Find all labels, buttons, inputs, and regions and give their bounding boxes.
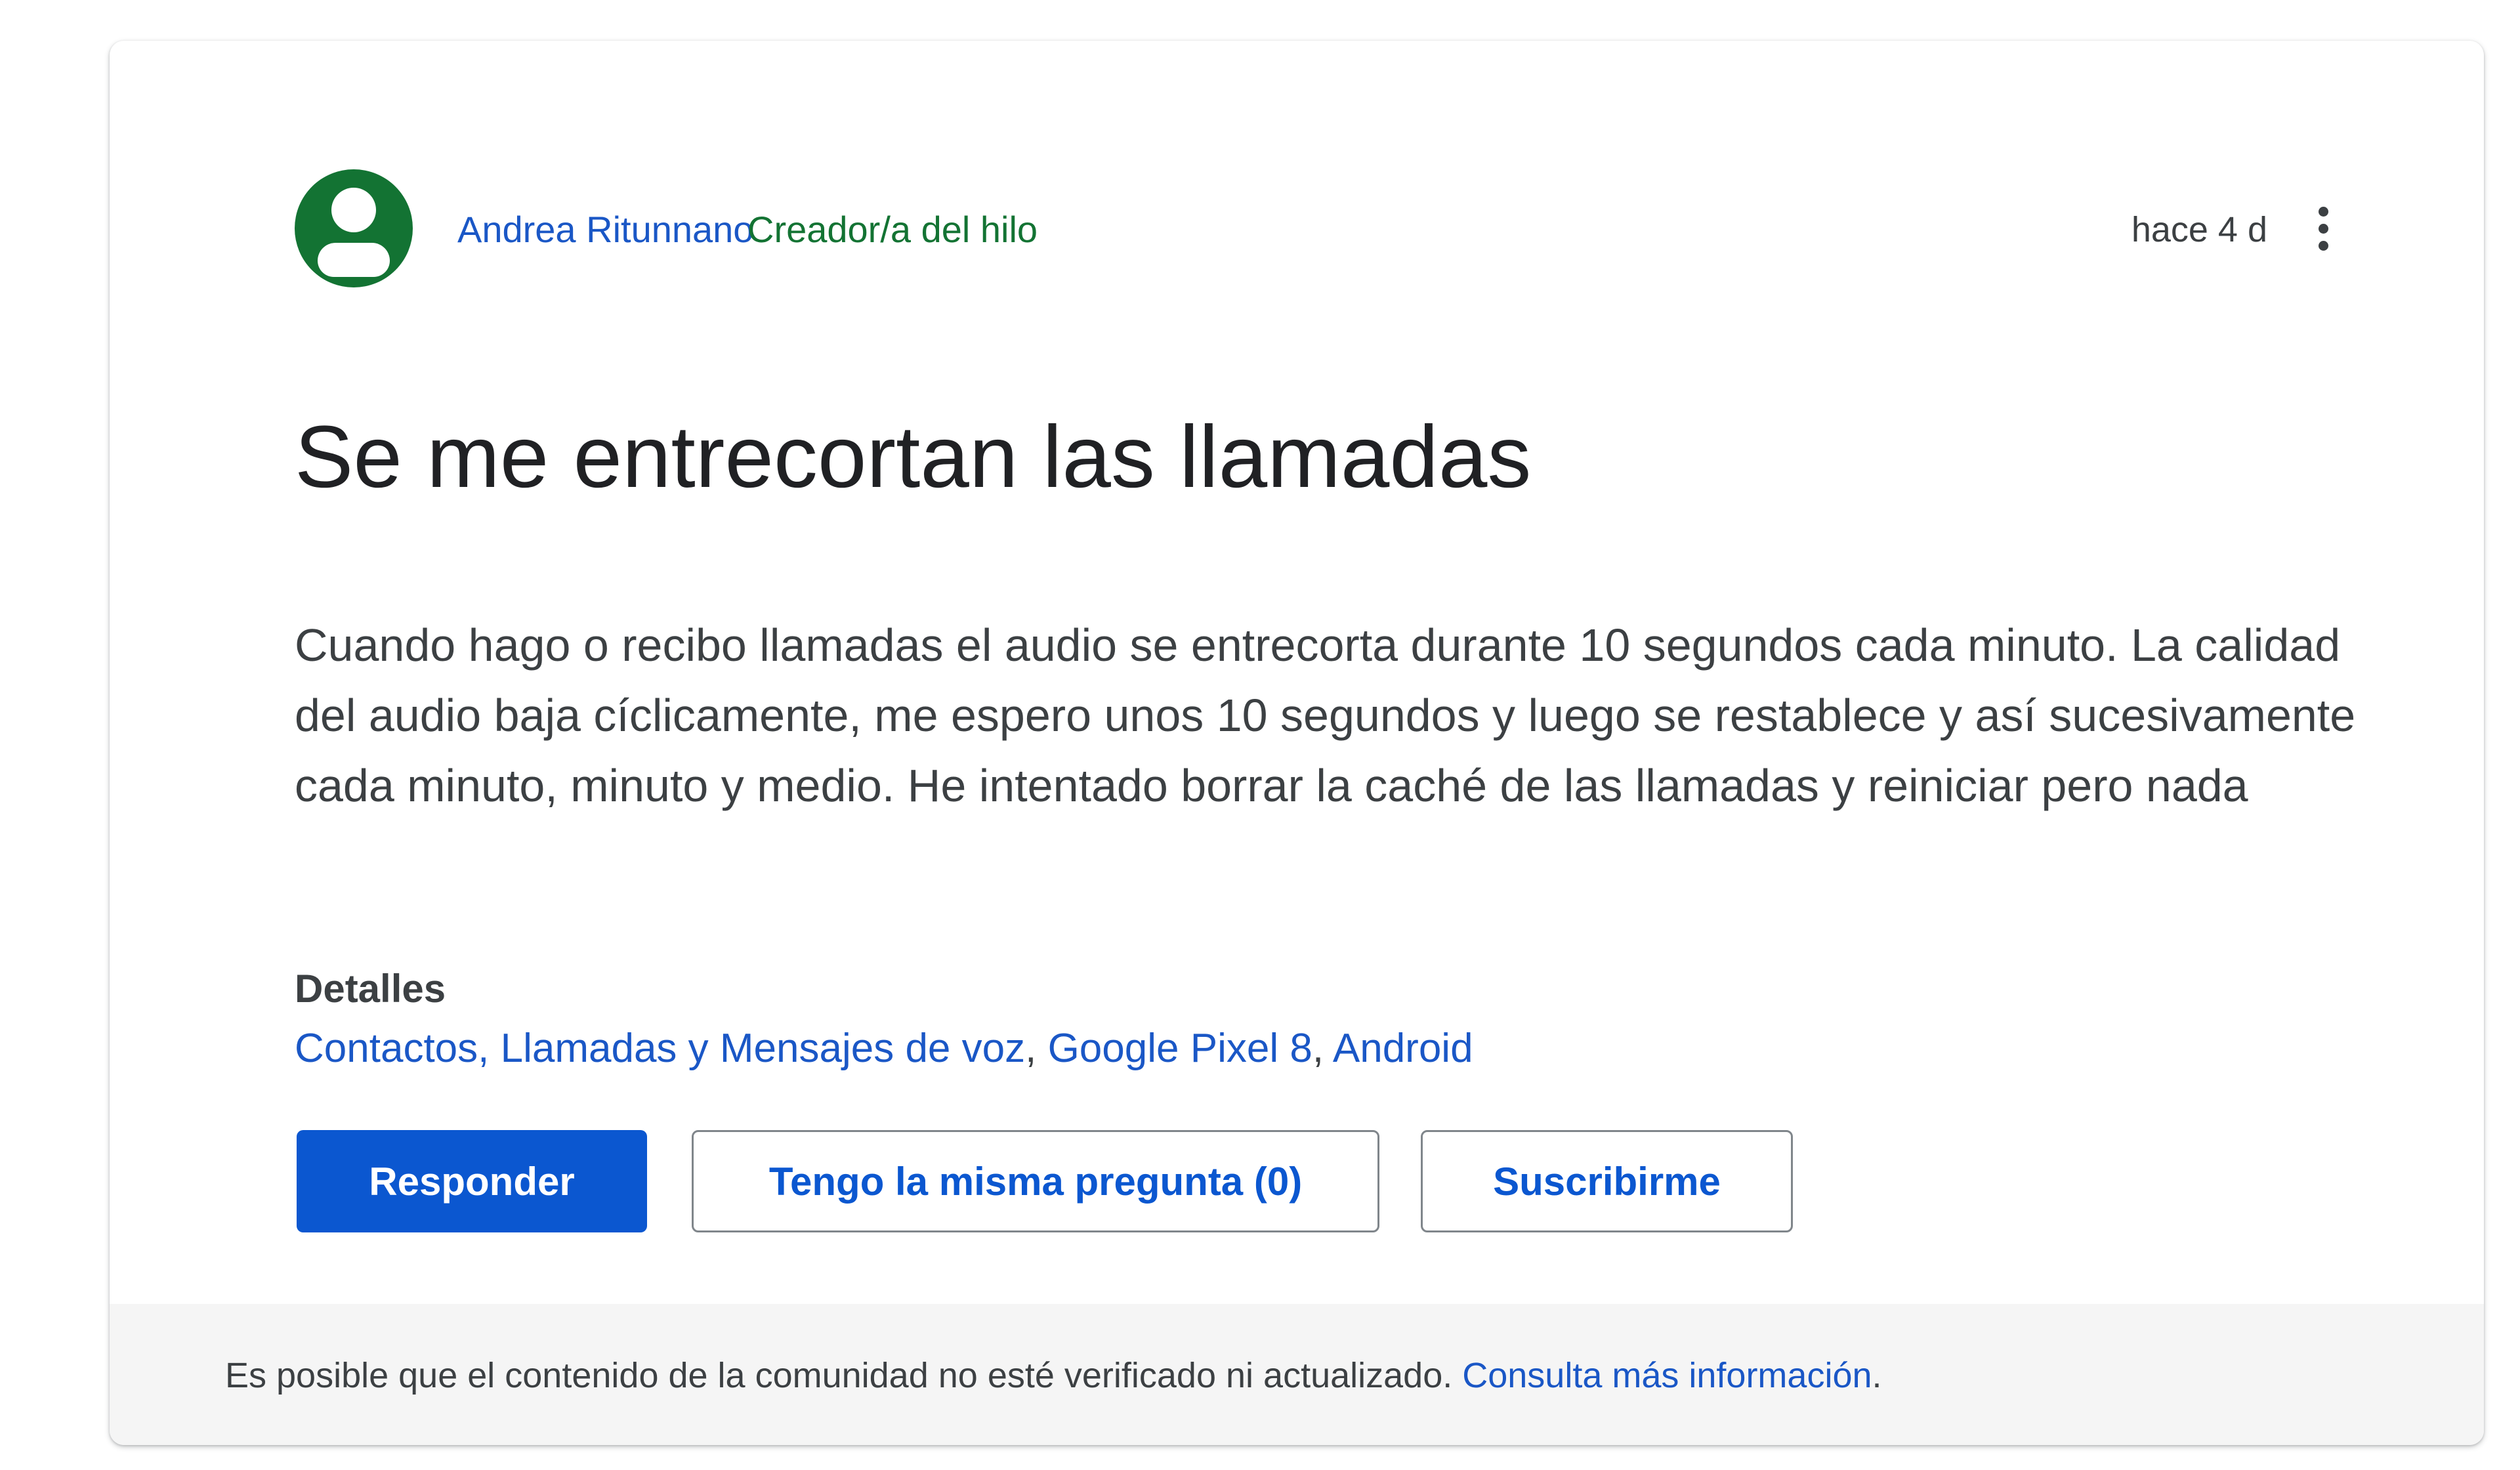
- question-card: Andrea Ritunnano Creador/a del hilo hace…: [110, 41, 2484, 1445]
- details-separator: ,: [1025, 1026, 1048, 1071]
- more-vert-icon-dot: [2319, 224, 2328, 234]
- detail-link-contacts-calls[interactable]: Contactos, Llamadas y Mensajes de voz: [295, 1026, 1025, 1071]
- learn-more-link[interactable]: Consulta más información: [1462, 1356, 1872, 1395]
- more-options-button[interactable]: [2294, 196, 2353, 261]
- post-timestamp: hace 4 d: [2131, 210, 2267, 249]
- post-header: Andrea Ritunnano Creador/a del hilo hace…: [295, 169, 2353, 287]
- notice-period: .: [1872, 1356, 1882, 1395]
- more-vert-icon: [2319, 207, 2328, 217]
- details-links: Contactos, Llamadas y Mensajes de voz, G…: [295, 1025, 1473, 1072]
- thread-creator-badge: Creador/a del hilo: [747, 209, 1038, 250]
- more-vert-icon-dot: [2319, 241, 2328, 251]
- notice-text: Es posible que el contenido de la comuni…: [225, 1356, 1463, 1395]
- detail-link-android[interactable]: Android: [1333, 1026, 1473, 1071]
- community-notice-footer: Es posible que el contenido de la comuni…: [110, 1304, 2484, 1445]
- subscribe-button[interactable]: Suscribirme: [1421, 1130, 1793, 1232]
- avatar-body: [318, 243, 390, 277]
- reply-button[interactable]: Responder: [297, 1130, 647, 1232]
- avatar-head: [331, 188, 376, 232]
- avatar-icon[interactable]: [295, 169, 413, 287]
- same-question-button[interactable]: Tengo la misma pregunta (0): [692, 1130, 1379, 1232]
- details-label: Detalles: [295, 967, 446, 1011]
- detail-link-pixel-8[interactable]: Google Pixel 8: [1048, 1026, 1312, 1071]
- question-content: Andrea Ritunnano Creador/a del hilo hace…: [110, 41, 2484, 1304]
- question-title: Se me entrecortan las llamadas: [295, 408, 1532, 506]
- details-separator: ,: [1312, 1026, 1333, 1071]
- community-notice: Es posible que el contenido de la comuni…: [225, 1355, 1882, 1396]
- author-name-link[interactable]: Andrea Ritunnano: [457, 210, 753, 249]
- question-body: Cuando hago o recibo llamadas el audio s…: [295, 620, 2356, 811]
